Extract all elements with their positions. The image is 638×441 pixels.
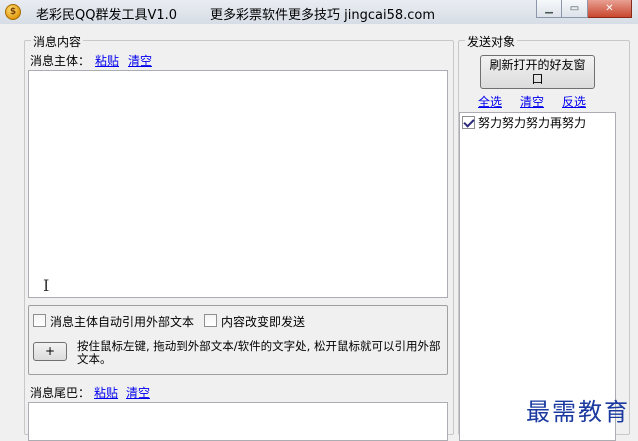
body-clear-link[interactable]: 清空 bbox=[128, 52, 152, 69]
clear-selection-link[interactable]: 清空 bbox=[520, 93, 544, 110]
friend-checkbox[interactable] bbox=[462, 116, 475, 129]
maximize-button[interactable]: ▭ bbox=[562, 0, 588, 18]
refresh-friends-button[interactable]: 刷新打开的好友窗口 bbox=[480, 55, 595, 89]
tail-label: 消息尾巴： bbox=[30, 386, 91, 400]
message-body-textarea[interactable] bbox=[28, 70, 448, 298]
message-tail-textarea[interactable] bbox=[28, 402, 448, 441]
coin-icon: $ bbox=[5, 4, 21, 20]
minimize-button[interactable]: ▁ bbox=[536, 0, 562, 18]
text-cursor-icon: I bbox=[43, 276, 50, 295]
watermark-text: 最需教育 bbox=[526, 398, 630, 426]
close-icon: ✕ bbox=[605, 3, 614, 14]
window-title: 老彩民QQ群发工具V1.0 bbox=[36, 8, 178, 23]
invert-selection-link[interactable]: 反选 bbox=[562, 93, 586, 110]
drag-hint-text: 按住鼠标左键, 拖动到外部文本/软件的文字处, 松开鼠标就可以引用外部文本。 bbox=[77, 339, 441, 366]
close-button[interactable]: ✕ bbox=[588, 0, 632, 18]
body-label: 消息主体： bbox=[30, 54, 91, 68]
tail-paste-link[interactable]: 粘贴 bbox=[94, 384, 118, 401]
drag-reference-button[interactable]: + bbox=[33, 342, 67, 361]
window-subtitle: 更多彩票软件更多技巧 jingcai58.com bbox=[210, 8, 436, 23]
send-on-change-label: 内容改变即发送 bbox=[221, 315, 306, 329]
select-all-link[interactable]: 全选 bbox=[478, 93, 502, 110]
message-group-title: 消息内容 bbox=[31, 33, 84, 50]
friend-name: 努力努力努力再努力 bbox=[478, 116, 587, 130]
maximize-icon: ▭ bbox=[569, 3, 580, 14]
list-item[interactable]: 努力努力努力再努力 bbox=[460, 113, 615, 131]
auto-ref-label: 消息主体自动引用外部文本 bbox=[50, 315, 195, 329]
window-controls: ▁ ▭ ✕ bbox=[536, 0, 632, 18]
minimize-icon: ▁ bbox=[545, 3, 553, 14]
client-area: 消息内容 消息主体： 粘贴 清空 I 消息主体自动引用外部文本 内容改变即发送 … bbox=[0, 24, 638, 441]
body-paste-link[interactable]: 粘贴 bbox=[95, 52, 119, 69]
targets-group-title: 发送对象 bbox=[465, 33, 518, 50]
tail-clear-link[interactable]: 清空 bbox=[126, 384, 150, 401]
title-bar[interactable]: $ 老彩民QQ群发工具V1.0 更多彩票软件更多技巧 jingcai58.com… bbox=[0, 0, 638, 24]
auto-ref-checkbox[interactable] bbox=[33, 314, 46, 327]
send-on-change-checkbox[interactable] bbox=[204, 314, 217, 327]
